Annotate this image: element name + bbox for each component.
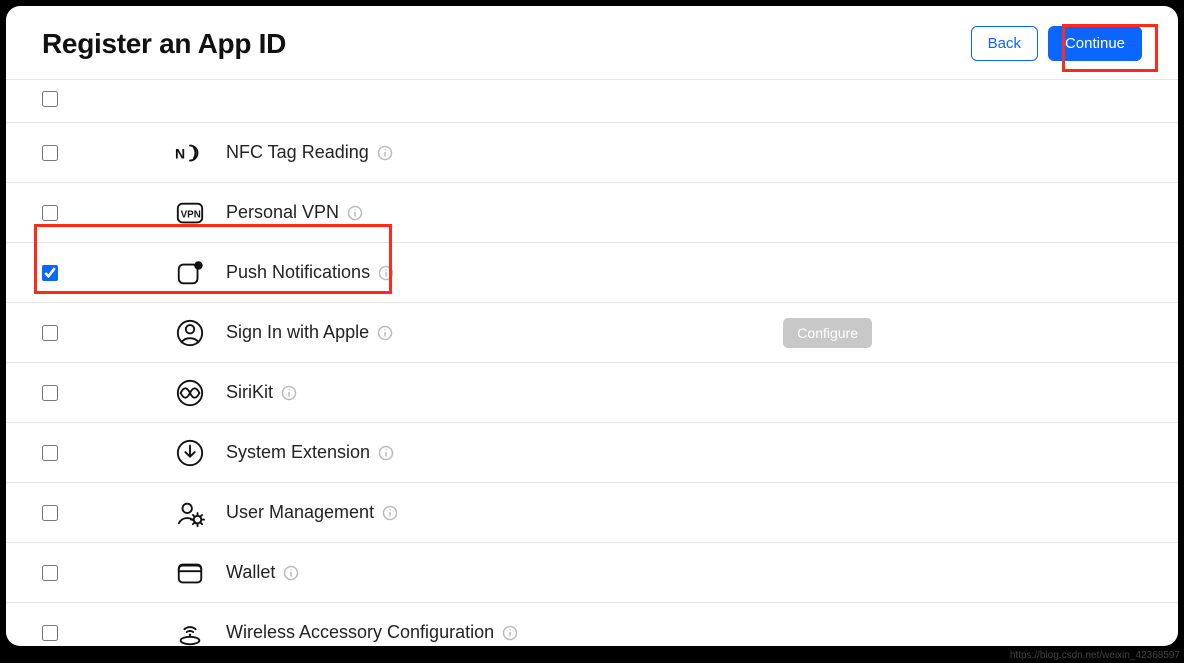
back-button[interactable]: Back: [971, 26, 1038, 61]
capability-checkbox-vpn[interactable]: [42, 205, 58, 221]
capability-checkbox-row0[interactable]: [42, 91, 58, 107]
info-icon[interactable]: [377, 145, 393, 161]
nfc-icon: N: [172, 138, 208, 168]
capability-label-nfc: NFC Tag Reading: [226, 142, 393, 163]
capability-row-wallet: Wallet: [6, 542, 1178, 602]
info-icon[interactable]: [378, 445, 394, 461]
capability-label-siwa: Sign In with Apple: [226, 322, 393, 343]
info-icon[interactable]: [347, 205, 363, 221]
person-icon: [172, 318, 208, 348]
download-icon: [172, 438, 208, 468]
blank-icon: [172, 84, 208, 114]
capability-label-siri: SiriKit: [226, 382, 297, 403]
header-buttons: Back Continue: [971, 26, 1142, 61]
info-icon[interactable]: [378, 265, 394, 281]
capability-row-row0: [6, 79, 1178, 122]
capability-label-usermgmt: User Management: [226, 502, 398, 523]
header: Register an App ID Back Continue: [6, 6, 1178, 65]
info-icon[interactable]: [382, 505, 398, 521]
svg-text:VPN: VPN: [181, 209, 201, 220]
capability-row-usermgmt: User Management: [6, 482, 1178, 542]
capability-row-nfc: N NFC Tag Reading: [6, 122, 1178, 182]
capability-label-push: Push Notifications: [226, 262, 394, 283]
capability-row-wac: Wireless Accessory Configuration: [6, 602, 1178, 646]
capability-label-sysext: System Extension: [226, 442, 394, 463]
info-icon[interactable]: [283, 565, 299, 581]
push-icon: [172, 258, 208, 288]
capability-label-wallet: Wallet: [226, 562, 299, 583]
info-icon[interactable]: [377, 325, 393, 341]
capability-checkbox-sysext[interactable]: [42, 445, 58, 461]
usergear-icon: [172, 498, 208, 528]
capability-checkbox-usermgmt[interactable]: [42, 505, 58, 521]
capability-row-push: Push Notifications: [6, 242, 1178, 302]
capability-label-vpn: Personal VPN: [226, 202, 363, 223]
register-app-id-panel: Register an App ID Back Continue N NFC Ta…: [6, 6, 1178, 646]
capability-checkbox-push[interactable]: [42, 265, 58, 281]
capabilities-list: N NFC Tag Reading VPN Personal VPN Push Noti…: [6, 79, 1178, 646]
capability-checkbox-wallet[interactable]: [42, 565, 58, 581]
vpn-icon: VPN: [172, 198, 208, 228]
wallet-icon: [172, 558, 208, 588]
wireless-icon: [172, 618, 208, 647]
page-title: Register an App ID: [42, 28, 286, 60]
capability-row-sysext: System Extension: [6, 422, 1178, 482]
capability-row-siwa: Sign In with Apple Configure: [6, 302, 1178, 362]
capability-row-vpn: VPN Personal VPN: [6, 182, 1178, 242]
siri-icon: [172, 378, 208, 408]
capability-row-siri: SiriKit: [6, 362, 1178, 422]
continue-button[interactable]: Continue: [1048, 26, 1142, 61]
capability-label-wac: Wireless Accessory Configuration: [226, 622, 518, 643]
capability-checkbox-nfc[interactable]: [42, 145, 58, 161]
info-icon[interactable]: [502, 625, 518, 641]
watermark: https://blog.csdn.net/weixin_42368597: [1010, 650, 1180, 661]
capability-checkbox-wac[interactable]: [42, 625, 58, 641]
capability-checkbox-siwa[interactable]: [42, 325, 58, 341]
configure-button-siwa[interactable]: Configure: [783, 318, 872, 348]
capability-checkbox-siri[interactable]: [42, 385, 58, 401]
svg-text:N: N: [175, 145, 185, 161]
info-icon[interactable]: [281, 385, 297, 401]
